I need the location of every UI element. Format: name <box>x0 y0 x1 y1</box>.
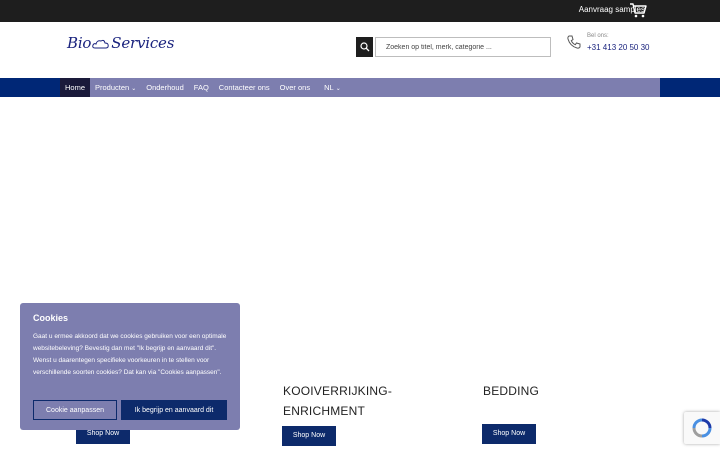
category-title-line: KOOIVERRIJKING- <box>283 384 393 398</box>
site-logo[interactable]: Bio Services <box>67 34 174 52</box>
cart-icon[interactable] <box>629 2 647 18</box>
nav-item-over-ons[interactable]: Over ons <box>275 78 315 97</box>
nav-label: FAQ <box>193 83 209 92</box>
nav-label: Producten <box>95 83 130 92</box>
shop-now-button[interactable]: Shop Now <box>482 424 536 444</box>
nav-item-producten[interactable]: Producten ⌄ <box>90 78 141 97</box>
logo-text-bio: Bio <box>67 34 92 52</box>
language-selector[interactable]: NL ⌄ <box>319 78 346 97</box>
main-nav: Home Producten ⌄ Onderhoud FAQ Contacteer… <box>60 78 660 97</box>
nav-item-onderhoud[interactable]: Onderhoud <box>141 78 189 97</box>
nav-label: NL <box>324 83 334 92</box>
nav-item-contact[interactable]: Contacteer ons <box>214 78 275 97</box>
shop-now-button[interactable]: Shop Now <box>282 426 336 446</box>
cookie-text: Gaat u ermee akkoord dat we cookies gebr… <box>33 333 227 376</box>
cookie-accept-button[interactable]: Ik begrijp en aanvaard dit <box>121 400 227 420</box>
cookie-customize-button[interactable]: Cookie aanpassen <box>33 400 117 420</box>
header: Bio Services Bel ons: +31 413 20 50 30 <box>0 22 720 78</box>
nav-label: Contacteer ons <box>218 83 270 92</box>
recaptcha-badge[interactable] <box>684 412 720 444</box>
cookie-title: Cookies <box>33 313 69 323</box>
chevron-down-icon: ⌄ <box>335 86 341 92</box>
nav-item-faq[interactable]: FAQ <box>189 78 214 97</box>
category-title: KOOIVERRIJKING- ENRICHMENT <box>283 381 392 421</box>
page: Aanvraag samples Bio Services Bel ons: +3… <box>0 0 720 450</box>
cloud-logo-icon <box>92 39 109 49</box>
top-bar: Aanvraag samples <box>0 0 720 22</box>
phone-number-link[interactable]: +31 413 20 50 30 <box>587 43 650 52</box>
nav-label: Over ons <box>279 83 311 92</box>
search-button[interactable] <box>356 37 373 57</box>
category-title: BEDDING <box>483 384 540 398</box>
cookie-dialog: Cookies Gaat u ermee akkoord dat we cook… <box>20 303 240 430</box>
search-input[interactable] <box>375 37 551 57</box>
call-us-label: Bel ons: <box>587 33 609 39</box>
phone-icon <box>567 35 581 49</box>
chevron-down-icon: ⌄ <box>131 86 137 92</box>
nav-label: Onderhoud <box>146 83 184 92</box>
nav-label: Home <box>65 83 86 92</box>
category-title-line: ENRICHMENT <box>283 404 365 418</box>
search-icon <box>359 42 369 52</box>
nav-item-home[interactable]: Home <box>60 78 91 97</box>
recaptcha-icon <box>692 418 712 438</box>
logo-text-services: Services <box>111 34 175 52</box>
